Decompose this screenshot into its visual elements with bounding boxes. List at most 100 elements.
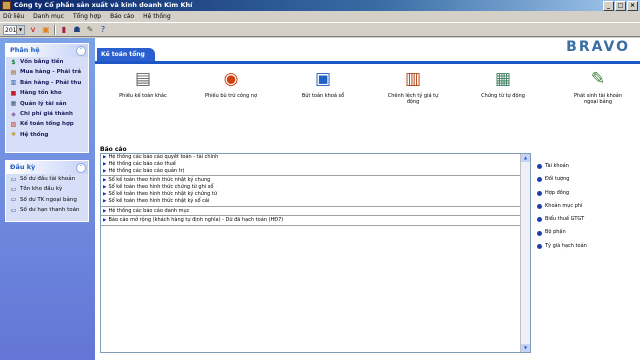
menu-item-reports[interactable]: Báo cáo — [110, 11, 134, 22]
report-item[interactable]: ▶ Hệ thống các báo cáo quản trị — [101, 168, 521, 175]
money-icon: $ — [11, 58, 16, 66]
catalog-item-subjects[interactable]: Đối tượng — [537, 173, 637, 186]
bullet-icon — [537, 243, 542, 249]
sidebar-item-assets[interactable]: ▦ Quản lý tài sản — [6, 99, 88, 109]
doc-icon: ▭ — [10, 196, 17, 204]
catalog-item-accounts[interactable]: Tài khoản — [537, 160, 637, 173]
qa-auto-exchange-diff[interactable]: ▥ Chênh lệch tỷ giá tự động — [385, 68, 441, 105]
qa-closing-entry[interactable]: ▣ Bút toán khoá sổ — [295, 68, 351, 99]
window-title: Công ty Cổ phần sản xuất và kinh doanh K… — [14, 1, 193, 9]
collapse-icon[interactable]: ˄ — [76, 163, 86, 173]
arrow-right-icon: ▶ — [103, 178, 107, 184]
sidebar-item-cost[interactable]: ◈ Chi phí giá thành — [6, 109, 88, 119]
closing-entry-icon: ▣ — [314, 69, 332, 89]
sidebar-item-label: Hệ thống — [20, 131, 49, 138]
calendar-icon[interactable]: ▣ — [41, 25, 51, 35]
collapse-icon[interactable]: ˄ — [76, 46, 86, 56]
sidebar-item-opening-inventory[interactable]: ▭ Tồn kho đầu kỳ — [6, 184, 88, 194]
report-item[interactable]: ▶ Hệ thống các báo cáo danh mục — [101, 208, 521, 215]
report-divider — [101, 205, 521, 207]
report-item[interactable]: ▶ Báo cáo mở rộng (khách hàng tự định ngh… — [101, 217, 521, 224]
sidebar-item-inventory[interactable]: ■ Hàng tồn kho — [6, 88, 88, 98]
sidebar-item-system[interactable]: ✱ Hệ thống — [6, 130, 88, 140]
catalog-item-vat[interactable]: Biểu thuế GTGT — [537, 213, 637, 226]
qa-debt-offset[interactable]: ◉ Phiếu bù trừ công nợ — [203, 68, 259, 99]
cost-icon: ◈ — [11, 110, 16, 118]
sidebar-item-opening-balance[interactable]: ▭ Số dư đầu tài khoản — [6, 174, 88, 184]
sidebar-item-payment-terms[interactable]: ▭ Số dư hạn thanh toán — [6, 205, 88, 215]
menu-item-catalog[interactable]: Danh mục — [33, 11, 64, 22]
close-button[interactable]: × — [627, 1, 638, 11]
doc-icon: ▭ — [10, 186, 17, 194]
arrow-right-icon: ▶ — [103, 191, 107, 197]
arrow-right-icon: ▶ — [103, 185, 107, 191]
arrow-right-icon: ▶ — [103, 198, 107, 204]
qa-label: Phiếu kế toán khác — [119, 93, 167, 99]
sidebar-item-cash[interactable]: $ Vốn bằng tiền — [6, 57, 88, 67]
sidebar-item-purchase[interactable]: ▤ Mua hàng - Phải trả — [6, 67, 88, 77]
report-item[interactable]: ▶ Sổ kế toán theo hình thức nhật ký sổ cá… — [101, 198, 521, 205]
book-icon[interactable]: ▮ — [59, 25, 69, 35]
qa-offbalance-entry[interactable]: ✎ Phát sinh tài khoản ngoại bảng — [570, 68, 626, 105]
chevron-down-icon[interactable]: ▼ — [16, 25, 24, 34]
catalog-list: Tài khoản Đối tượng Hợp đồng Khoản mục p… — [537, 160, 637, 253]
check-icon[interactable]: v — [28, 25, 38, 35]
catalog-item-contracts[interactable]: Hợp đồng — [537, 187, 637, 200]
qa-other-voucher[interactable]: ▤ Phiếu kế toán khác — [115, 68, 171, 99]
app-icon — [2, 1, 11, 10]
catalog-item-departments[interactable]: Bộ phận — [537, 226, 637, 239]
catalog-item-exchange-rate[interactable]: Tỷ giá hạch toán — [537, 240, 637, 253]
bravo-logo: BRAVO — [566, 39, 630, 55]
qa-label: Chứng từ tự động — [481, 93, 525, 99]
quick-actions: ▤ Phiếu kế toán khác ◉ Phiếu bù trừ công n… — [95, 68, 640, 148]
sidebar-item-label: Quản lý tài sản — [20, 100, 67, 107]
scroll-up-icon[interactable]: ▲ — [521, 154, 530, 162]
arrow-right-icon: ▶ — [103, 208, 107, 214]
sidebar-item-label: Tồn kho đầu kỳ — [20, 186, 63, 193]
inventory-icon: ■ — [10, 89, 17, 97]
purchase-icon: ▤ — [10, 69, 17, 77]
arrow-right-icon: ▶ — [103, 155, 107, 160]
report-item[interactable]: ▶ Sổ kế toán theo hình thức chứng từ ghi … — [101, 184, 521, 191]
scroll-down-icon[interactable]: ▼ — [521, 344, 530, 352]
report-item[interactable]: ▶ Hệ thống các báo cáo quyết toán - tài c… — [101, 154, 521, 161]
sidebar-item-label: Chi phí giá thành — [20, 110, 73, 117]
asset-icon: ▦ — [10, 100, 17, 108]
reports-list: ▶ Hệ thống các báo cáo quyết toán - tài c… — [100, 153, 531, 353]
menu-bar: Dữ liệu Danh mục Tổng hợp Báo cáo Hệ thố… — [0, 11, 640, 22]
report-item[interactable]: ▶ Sổ kế toán theo hình thức nhật ký chứng… — [101, 191, 521, 198]
year-select[interactable]: 2010 ▼ — [3, 24, 25, 35]
sidebar-item-ledger[interactable]: ▧ Kế toán tổng hợp — [6, 119, 88, 129]
menu-item-system[interactable]: Hệ thống — [143, 11, 171, 22]
opening-group-title: Đầu kỳ — [10, 163, 36, 171]
opening-group-header[interactable]: Đầu kỳ ˄ — [6, 161, 88, 174]
tools-icon[interactable]: ✎ — [85, 25, 95, 35]
qa-auto-document[interactable]: ▦ Chứng từ tự động — [475, 68, 531, 99]
menu-item-summary[interactable]: Tổng hợp — [73, 11, 101, 22]
maximize-button[interactable]: □ — [615, 1, 626, 11]
modules-group: Phân hệ ˄ $ Vốn bằng tiền ▤ Mua hàng - Phải… — [5, 43, 89, 153]
toolbar: 2010 ▼ v ▣ ▮ ☗ ✎ ? — [0, 22, 640, 37]
arrow-right-icon: ▶ — [103, 161, 107, 167]
sidebar-item-offbalance[interactable]: ▭ Số dư TK ngoại bảng — [6, 195, 88, 205]
reports-title: Báo cáo — [100, 146, 127, 153]
left-panel: Phân hệ ˄ $ Vốn bằng tiền ▤ Mua hàng - Phải… — [0, 38, 95, 360]
qa-label: Phát sinh tài khoản ngoại bảng — [573, 93, 623, 105]
report-item[interactable]: ▶ Hệ thống các báo cáo thuế — [101, 161, 521, 168]
doc-icon: ▭ — [10, 206, 17, 214]
help-icon[interactable]: ? — [98, 25, 108, 35]
tab-general-ledger[interactable]: Kế toán tổng hợp — [97, 48, 155, 71]
menu-item-data[interactable]: Dữ liệu — [3, 11, 24, 22]
modules-group-header[interactable]: Phân hệ ˄ — [6, 44, 88, 57]
ledger-icon: ▧ — [10, 121, 17, 129]
catalog-item-cost-items[interactable]: Khoản mục phí — [537, 200, 637, 213]
sales-icon: ▥ — [10, 79, 17, 87]
tab-bar: Kế toán tổng hợp — [95, 48, 640, 71]
main-area: Kế toán tổng hợp BRAVO ▤ Phiếu kế toán kh… — [95, 38, 640, 360]
sidebar-item-sales[interactable]: ▥ Bán hàng - Phải thu — [6, 78, 88, 88]
reports-scrollbar[interactable]: ▲ ▼ — [520, 154, 530, 352]
minimize-button[interactable]: _ — [603, 1, 614, 11]
user-icon[interactable]: ☗ — [72, 25, 82, 35]
bullet-icon — [537, 204, 542, 210]
offbalance-icon: ✎ — [590, 69, 606, 89]
